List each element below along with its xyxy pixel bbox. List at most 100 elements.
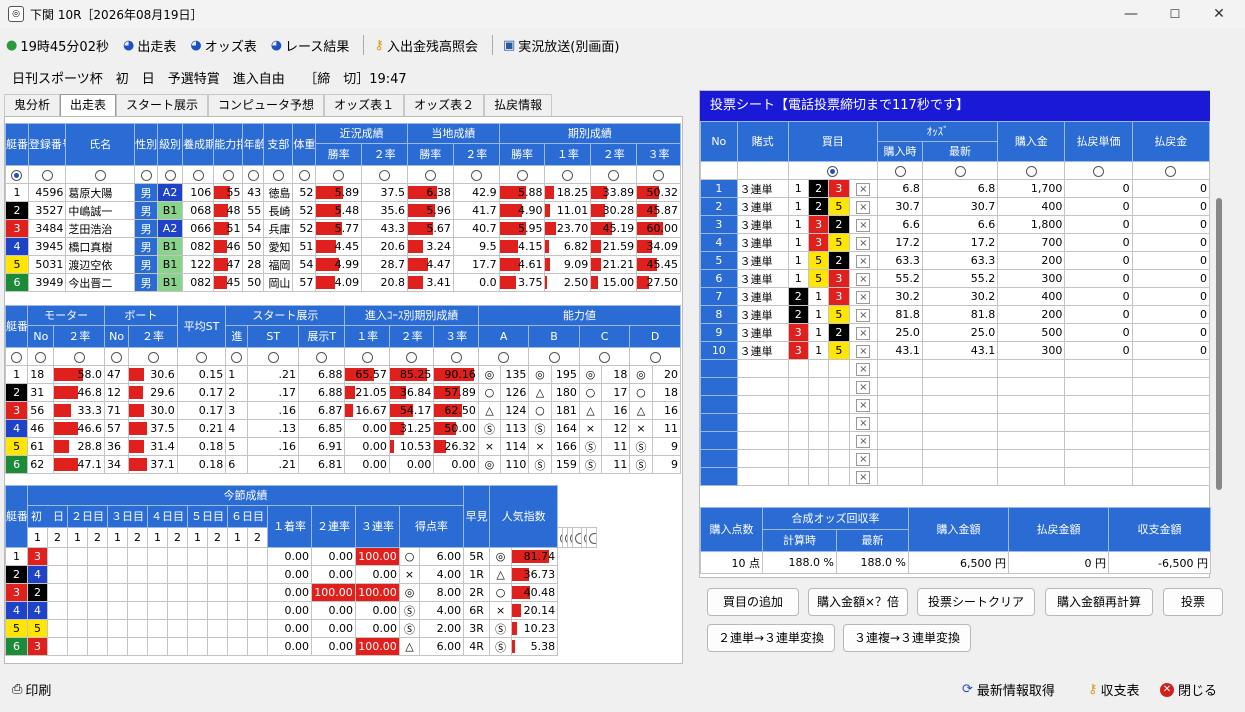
sort-radio[interactable] — [222, 169, 234, 181]
vote-row[interactable]: × — [700, 377, 1211, 396]
sort-radio-cell[interactable] — [877, 161, 923, 180]
sort-radio-cell[interactable] — [128, 347, 178, 366]
balance-inquiry-button[interactable]: ⚷ 入出金残高照会 — [374, 36, 478, 55]
sort-radio[interactable] — [140, 169, 152, 181]
delete-row-icon[interactable]: × — [856, 416, 871, 430]
sort-radio-cell[interactable] — [176, 347, 227, 366]
sort-radio[interactable] — [147, 351, 159, 363]
sort-radio-cell[interactable] — [590, 165, 638, 184]
sort-radio[interactable] — [94, 169, 106, 181]
delete-row-cell[interactable]: × — [848, 233, 879, 252]
sort-radio-cell[interactable] — [528, 347, 580, 366]
sort-radio[interactable] — [653, 169, 665, 181]
sort-radio-cell[interactable] — [1131, 161, 1211, 180]
sort-radio[interactable] — [192, 169, 204, 181]
sort-radio-cell[interactable] — [586, 527, 597, 548]
sort-radio[interactable] — [11, 169, 23, 181]
sort-radio-cell[interactable] — [157, 165, 184, 184]
racer-row[interactable]: 4 3945 橋口真樹男 B1 082 46 50 愛知 51 4.45 20.6 3.24 9.5 4.… — [5, 237, 681, 256]
recalc-amount-button[interactable]: 購入金額再計算 — [1045, 588, 1153, 616]
sort-radio-cell[interactable] — [498, 165, 546, 184]
sort-radio-cell[interactable] — [5, 165, 29, 184]
sort-radio[interactable] — [247, 169, 259, 181]
delete-row-icon[interactable]: × — [856, 290, 871, 304]
live-broadcast-button[interactable]: ▣ 実況放送(別画面) — [503, 36, 619, 55]
delete-row-icon[interactable]: × — [856, 398, 871, 412]
sort-radio-cell[interactable] — [53, 347, 105, 366]
delete-row-cell[interactable]: × — [848, 377, 879, 396]
sort-radio[interactable] — [827, 165, 839, 177]
vote-row[interactable]: × — [700, 359, 1211, 378]
clear-sheet-button[interactable]: 投票シートクリア — [917, 588, 1035, 616]
minimize-button[interactable]: — — [1118, 4, 1144, 24]
sort-radio-cell[interactable] — [544, 165, 592, 184]
delete-row-icon[interactable]: × — [856, 362, 871, 376]
series-row[interactable]: 1 3 0.00 0.00 100.00 ○ 6.00 5R ◎ 81.74 — [5, 547, 597, 566]
sort-radio[interactable] — [316, 351, 328, 363]
delete-row-cell[interactable]: × — [848, 323, 879, 342]
sort-radio[interactable] — [954, 165, 966, 177]
sort-radio[interactable] — [272, 169, 284, 181]
delete-row-cell[interactable]: × — [848, 359, 879, 378]
vote-row[interactable]: 5 ３連単 1 5 2 × 63.3 63.3 200 0 0 — [700, 251, 1211, 270]
tab-odds-1[interactable]: オッズ表１ — [324, 94, 405, 116]
delete-row-icon[interactable]: × — [856, 434, 871, 448]
delete-row-cell[interactable]: × — [848, 413, 879, 432]
vote-row[interactable]: × — [700, 395, 1211, 414]
sort-radio-cell[interactable] — [452, 165, 500, 184]
sort-radio-cell[interactable] — [4, 347, 29, 366]
sort-radio[interactable] — [1165, 165, 1177, 177]
series-row[interactable]: 5 5 0.00 0.00 0.00 Ⓢ 2.00 3R Ⓢ 10.23 — [5, 619, 597, 638]
sort-radio[interactable] — [516, 169, 528, 181]
tab-start-exhibition[interactable]: スタート展示 — [116, 94, 209, 116]
sort-radio-cell[interactable] — [477, 347, 530, 366]
sort-radio-cell[interactable] — [578, 347, 631, 366]
sort-radio-cell[interactable] — [182, 165, 215, 184]
sort-radio[interactable] — [361, 351, 373, 363]
series-row[interactable]: 6 3 0.00 0.00 100.00 △ 6.00 4R Ⓢ 5.38 — [5, 637, 597, 656]
vote-row[interactable]: × — [700, 449, 1211, 468]
sort-radio[interactable] — [35, 351, 47, 363]
vote-row[interactable]: 2 ３連単 1 2 5 × 30.7 30.7 400 0 0 — [700, 197, 1211, 216]
vote-row[interactable]: 9 ３連単 3 1 2 × 25.0 25.0 500 0 0 — [700, 323, 1211, 342]
sort-radio-cell[interactable] — [213, 165, 244, 184]
delete-row-cell[interactable]: × — [848, 269, 879, 288]
tab-analysis[interactable]: 鬼分析 — [4, 94, 61, 116]
sort-radio[interactable] — [470, 169, 482, 181]
sort-radio-cell[interactable] — [787, 161, 879, 180]
sort-radio-cell[interactable] — [103, 347, 130, 366]
sort-radio-cell[interactable] — [263, 165, 294, 184]
vote-button[interactable]: 投票 — [1163, 588, 1223, 616]
vote-row[interactable]: 10 ３連単 3 1 5 × 43.1 43.1 300 0 0 — [700, 341, 1211, 360]
sort-radio-cell[interactable] — [297, 347, 346, 366]
vote-row[interactable]: × — [700, 431, 1211, 450]
sort-radio-cell[interactable] — [388, 347, 435, 366]
sort-radio[interactable] — [1025, 165, 1037, 177]
race-result-button[interactable]: ◕ レース結果 — [271, 36, 350, 55]
sort-radio-cell[interactable] — [247, 347, 299, 366]
refresh-button[interactable]: ⟳ 最新情報取得 — [962, 680, 1055, 699]
trio-to-trifecta-button[interactable]: ３連複→３連単変換 — [843, 624, 971, 652]
delete-row-cell[interactable]: × — [848, 305, 879, 324]
sort-radio-cell[interactable] — [629, 347, 681, 366]
series-row[interactable]: 2 4 0.00 0.00 0.00 × 4.00 1R △ 36.73 — [5, 565, 597, 584]
delete-row-icon[interactable]: × — [856, 254, 871, 268]
sort-radio-cell[interactable] — [292, 165, 317, 184]
maximize-button[interactable]: ☐ — [1162, 4, 1188, 24]
tab-entry-list[interactable]: 出走表 — [60, 94, 117, 116]
motor-row[interactable]: 4 46 46.6 57 37.5 0.21 4.13 6.85 0.00 31.25 50.00 Ⓢ… — [4, 419, 682, 438]
motor-row[interactable]: 5 61 28.8 36 31.4 0.18 5.16 6.91 0.00 10.53 26.32 ×… — [4, 437, 682, 456]
vote-scrollbar[interactable] — [1216, 198, 1222, 490]
sort-radio-cell[interactable] — [636, 165, 681, 184]
sort-radio[interactable] — [41, 169, 53, 181]
sort-radio[interactable] — [379, 169, 391, 181]
vote-row[interactable]: × — [700, 467, 1211, 486]
delete-row-icon[interactable]: × — [856, 452, 871, 466]
sort-radio[interactable] — [548, 351, 560, 363]
vote-row[interactable]: 8 ３連単 2 1 5 × 81.8 81.8 200 0 0 — [700, 305, 1211, 324]
sort-radio[interactable] — [231, 351, 243, 363]
sort-radio-cell[interactable] — [242, 165, 265, 184]
close-button[interactable]: ✕ 閉じる — [1160, 680, 1217, 699]
sort-radio[interactable] — [589, 532, 596, 544]
sort-radio-cell[interactable] — [344, 347, 390, 366]
